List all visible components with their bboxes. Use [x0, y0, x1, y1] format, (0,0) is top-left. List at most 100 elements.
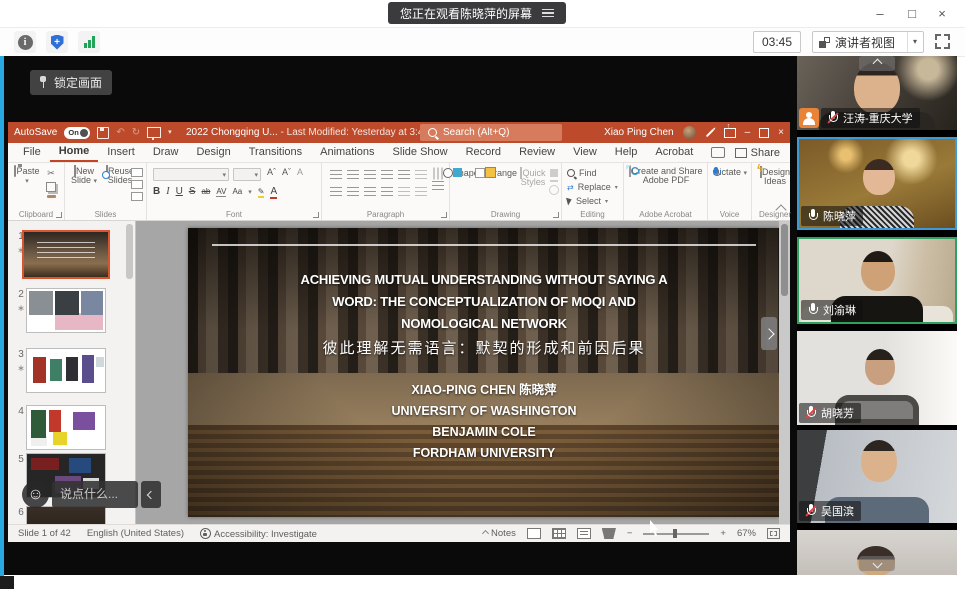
participant-tile[interactable]: 刘渝琳	[797, 237, 957, 324]
tab-help[interactable]: Help	[606, 144, 647, 161]
participant-nametag: 胡晓芳	[799, 403, 861, 423]
voice-group: Dictate ▾ Voice	[708, 163, 752, 220]
tab-animations[interactable]: Animations	[311, 144, 383, 161]
paragraph-row-2[interactable]	[330, 187, 427, 196]
window-close-button[interactable]: ×	[927, 0, 957, 27]
banner-menu-icon[interactable]	[542, 9, 554, 18]
acrobat-group: Create and Share Adobe PDF Adobe Acrobat	[624, 163, 708, 220]
slideshow-view-icon[interactable]	[602, 528, 616, 539]
select-button[interactable]: Select▾	[567, 196, 618, 206]
slides-minibuttons[interactable]	[131, 168, 143, 201]
fit-to-window-icon[interactable]	[767, 528, 780, 539]
collapse-chat-button[interactable]	[141, 481, 161, 508]
search-box[interactable]: Search (Alt+Q)	[420, 124, 562, 141]
participant-tile[interactable]: 吴国滨	[797, 430, 957, 523]
fullscreen-icon[interactable]	[935, 34, 950, 49]
arrange-button[interactable]: Arrange	[484, 169, 518, 178]
present-share-icon[interactable]	[724, 128, 736, 138]
zoom-in-button[interactable]: +	[720, 528, 726, 539]
tab-acrobat[interactable]: Acrobat	[646, 144, 702, 161]
participant-tile[interactable]: 汪涛-重庆大学	[797, 56, 957, 130]
quick-access-caret-icon[interactable]: ▾	[168, 128, 172, 138]
user-name: Xiao Ping Chen	[604, 127, 674, 138]
thumbnail-slide-3[interactable]	[26, 348, 106, 393]
shape-format-minibuttons[interactable]	[549, 169, 559, 195]
tab-review[interactable]: Review	[510, 144, 564, 161]
tab-home[interactable]: Home	[50, 143, 99, 162]
thumbnail-slide-1[interactable]	[22, 230, 110, 279]
accessibility-status[interactable]: Accessibility: Investigate	[200, 528, 317, 540]
save-icon[interactable]	[97, 127, 109, 139]
tab-design[interactable]: Design	[187, 144, 239, 161]
slide-sorter-view-icon[interactable]	[552, 528, 566, 539]
undo-icon[interactable]: ↶	[116, 128, 124, 138]
tab-insert[interactable]: Insert	[98, 144, 144, 161]
thumbnail-slide-6[interactable]	[26, 506, 106, 524]
font-format-buttons[interactable]: B I U S ab AV Aa ▾ ✎ A	[153, 186, 277, 199]
current-slide[interactable]: ACHIEVING MUTUAL UNDERSTANDING WITHOUT S…	[188, 228, 780, 517]
replace-button[interactable]: ⇄Replace▾	[567, 182, 618, 192]
scroll-down-button[interactable]	[859, 556, 895, 571]
slide-author: UNIVERSITY OF WASHINGTON	[188, 401, 780, 422]
design-ideas-button[interactable]: Design Ideas	[755, 168, 795, 186]
participant-tile[interactable]: 胡晓芳	[797, 331, 957, 425]
find-button[interactable]: Find	[567, 168, 618, 178]
meeting-info-icon[interactable]: i	[14, 31, 36, 53]
tab-view[interactable]: View	[564, 144, 606, 161]
thumbnail-slide-4[interactable]	[26, 405, 106, 450]
emoji-button[interactable]: ☺	[22, 481, 49, 508]
user-avatar[interactable]	[683, 126, 696, 139]
lock-screen-button[interactable]: 锁定画面	[30, 70, 112, 95]
start-presentation-icon[interactable]	[147, 127, 161, 138]
slide-thumbnail-panel: 1 ∗ 2 ∗ 3 ∗ 4 5 6	[8, 221, 136, 524]
dictate-button[interactable]: Dictate ▾	[712, 168, 748, 178]
normal-view-icon[interactable]	[527, 528, 541, 539]
security-shield-icon[interactable]: +	[46, 31, 68, 53]
reading-view-icon[interactable]	[577, 528, 591, 539]
pin-icon	[38, 76, 48, 89]
redo-icon[interactable]: ↻	[132, 128, 140, 138]
quick-styles-button[interactable]: Quick Styles	[518, 169, 548, 187]
slide-title-line: ACHIEVING MUTUAL UNDERSTANDING WITHOUT S…	[188, 272, 780, 287]
view-mode-button[interactable]: 演讲者视图 ▾	[812, 31, 924, 53]
slide-author: XIAO-PING CHEN 陈晓萍	[188, 380, 780, 401]
watching-banner[interactable]: 您正在观看陈晓萍的屏幕	[388, 2, 566, 24]
comments-icon[interactable]	[711, 147, 725, 158]
zoom-out-button[interactable]: −	[627, 528, 633, 539]
canvas-scrollbar[interactable]	[779, 221, 790, 524]
chat-input[interactable]: 说点什么...	[52, 481, 138, 508]
participant-tile-partial[interactable]	[797, 530, 957, 575]
zoom-slider-knob[interactable]	[673, 529, 677, 538]
paragraph-row-1[interactable]	[330, 170, 427, 179]
tab-record[interactable]: Record	[457, 144, 510, 161]
font-grow-shrink[interactable]: AˆAˇA	[267, 167, 303, 177]
thumbnail-scrollbar[interactable]	[126, 224, 133, 279]
tab-file[interactable]: File	[14, 144, 50, 161]
ppt-restore-button[interactable]	[759, 128, 769, 138]
notes-toggle[interactable]: Notes	[483, 528, 516, 539]
window-minimize-button[interactable]: –	[865, 0, 895, 27]
share-button[interactable]: Share	[735, 147, 780, 159]
tab-draw[interactable]: Draw	[144, 144, 188, 161]
tab-transitions[interactable]: Transitions	[240, 144, 311, 161]
font-name-combo[interactable]	[153, 168, 229, 181]
network-signal-icon[interactable]	[78, 31, 100, 53]
mic-muted-icon	[828, 111, 838, 125]
thumbnail-slide-2[interactable]	[26, 288, 106, 333]
tab-slide-show[interactable]: Slide Show	[384, 144, 457, 161]
mic-on-icon	[808, 303, 818, 317]
ppt-minimize-button[interactable]: –	[745, 127, 751, 138]
language-status[interactable]: English (United States)	[87, 528, 184, 539]
scroll-up-button[interactable]	[859, 56, 895, 71]
pen-mode-icon[interactable]	[705, 128, 713, 136]
clipboard-minibuttons[interactable]: ✂	[46, 168, 56, 198]
create-pdf-button[interactable]: Create and Share Adobe PDF	[628, 167, 704, 185]
window-maximize-button[interactable]: □	[897, 0, 927, 27]
participant-tile[interactable]: 陈晓萍	[797, 137, 957, 230]
font-size-combo[interactable]	[233, 168, 261, 181]
next-slide-button[interactable]	[761, 317, 777, 350]
new-slide-button[interactable]: New Slide ▾	[67, 167, 101, 186]
ppt-close-button[interactable]: ×	[778, 127, 784, 138]
paste-button[interactable]: Paste ▾	[12, 167, 42, 186]
autosave-toggle[interactable]: On	[64, 127, 90, 139]
